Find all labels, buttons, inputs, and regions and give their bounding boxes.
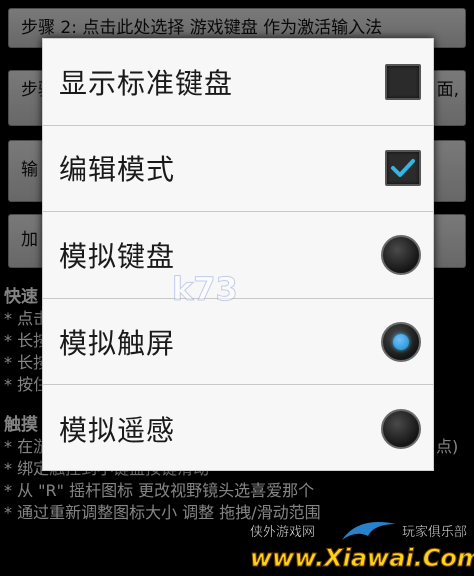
checkmark-icon: [391, 159, 415, 178]
option-label: 模拟键盘: [59, 239, 176, 273]
option-label: 编辑模式: [59, 153, 176, 187]
step2-label: 步骤 2: 点击此处选择 游戏键盘 作为激活输入法: [21, 18, 383, 38]
k73-watermark-logo: k73: [172, 270, 312, 314]
option-label: 模拟遥感: [59, 413, 176, 447]
radio-unselected[interactable]: [381, 408, 421, 449]
checkbox-checked[interactable]: [385, 150, 421, 187]
checkbox-unchecked[interactable]: [385, 63, 421, 100]
section-touch-heading: 触摸: [4, 415, 38, 435]
option-simulate-joystick[interactable]: 模拟遥感: [43, 385, 433, 472]
touch-right-fragment: 点): [436, 437, 459, 456]
section-quick-heading: 快速: [4, 287, 38, 307]
option-show-standard-keyboard[interactable]: 显示标准键盘: [43, 39, 433, 126]
radio-unselected[interactable]: [381, 234, 421, 275]
radio-selected[interactable]: [381, 321, 421, 362]
touch-line-3: * 从 "R" 摇杆图标 更改视野镜头选喜爱那个: [4, 481, 315, 500]
keyboard-mode-dialog: 显示标准键盘 编辑模式 模拟键盘 模拟触屏 模拟遥感: [42, 38, 434, 471]
svg-text:k73: k73: [172, 270, 238, 308]
xiawai-watermark: 侠外游戏网 玩家俱乐部 www.Xiawai.Com: [246, 510, 474, 576]
option-label: 显示标准键盘: [59, 66, 234, 100]
radio-dot-icon: [393, 333, 409, 350]
svg-text:玩家俱乐部: 玩家俱乐部: [402, 524, 467, 540]
add-button-label: 加: [21, 230, 38, 250]
option-label: 模拟触屏: [59, 326, 176, 360]
option-edit-mode[interactable]: 编辑模式: [43, 126, 433, 213]
svg-text:www.Xiawai.Com: www.Xiawai.Com: [250, 544, 474, 572]
svg-text:侠外游戏网: 侠外游戏网: [250, 525, 315, 540]
step3-right-fragment: 面,: [436, 80, 459, 100]
input-button-label: 输: [21, 160, 38, 180]
